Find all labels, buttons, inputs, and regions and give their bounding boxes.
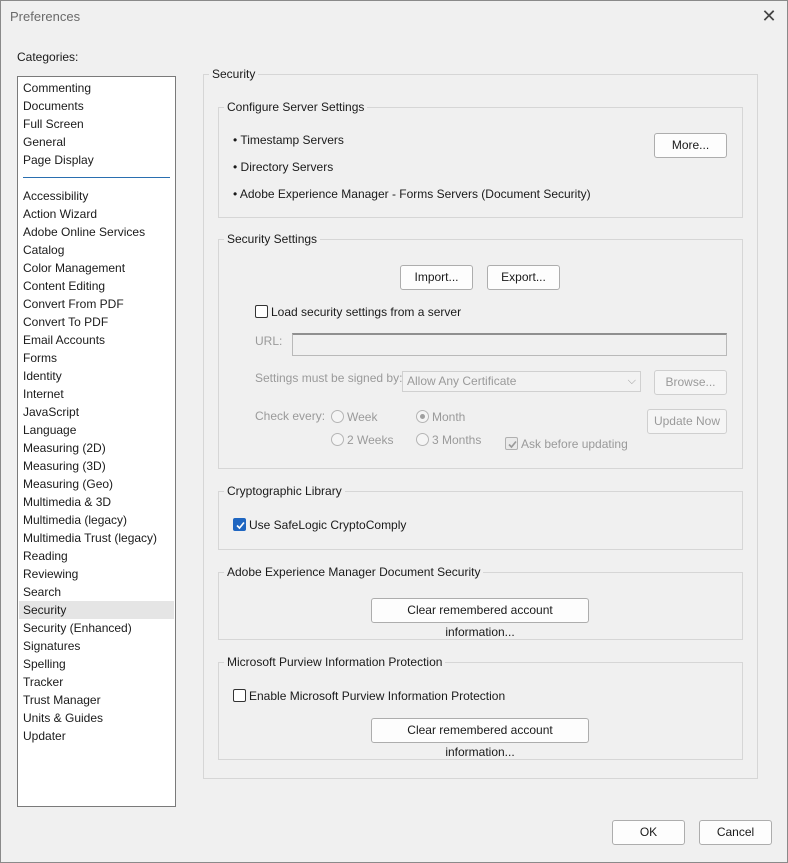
url-input[interactable]: [292, 333, 727, 356]
aem-title: Adobe Experience Manager Document Securi…: [224, 565, 484, 579]
radio-3months-label: 3 Months: [432, 433, 482, 447]
category-item[interactable]: Forms: [19, 349, 174, 367]
chevron-down-icon: ⌵: [627, 375, 636, 387]
category-item[interactable]: Spelling: [19, 655, 174, 673]
category-item[interactable]: Page Display: [19, 151, 174, 169]
radio-week-label: Week: [347, 410, 378, 424]
load-settings-checkbox[interactable]: [255, 305, 268, 318]
radio-3months[interactable]: [416, 433, 429, 446]
ask-before-updating-label: Ask before updating: [521, 437, 628, 451]
category-item[interactable]: Reviewing: [19, 565, 174, 583]
category-item[interactable]: Email Accounts: [19, 331, 174, 349]
category-item[interactable]: Accessibility: [19, 187, 174, 205]
aem-clear-button[interactable]: Clear remembered account information...: [371, 598, 589, 639]
crypto-title: Cryptographic Library: [224, 484, 345, 498]
browse-button[interactable]: Browse...: [654, 370, 727, 395]
export-button[interactable]: Export...: [487, 265, 560, 290]
radio-month-label: Month: [432, 410, 466, 424]
category-item[interactable]: Reading: [19, 547, 174, 565]
import-button[interactable]: Import...: [400, 265, 473, 290]
category-item[interactable]: Trust Manager: [19, 691, 174, 709]
ask-before-updating-checkbox[interactable]: [505, 437, 518, 450]
category-item[interactable]: Content Editing: [19, 277, 174, 295]
category-item[interactable]: Security: [19, 601, 174, 619]
category-item[interactable]: Units & Guides: [19, 709, 174, 727]
ok-button[interactable]: OK: [612, 820, 685, 845]
url-label: URL:: [255, 334, 283, 348]
category-item[interactable]: Measuring (3D): [19, 457, 174, 475]
preferences-dialog: Preferences ✕ Categories: Commenting Docu…: [0, 0, 788, 863]
categories-label: Categories:: [17, 50, 79, 64]
category-item[interactable]: JavaScript: [19, 403, 174, 421]
category-item[interactable]: Adobe Online Services: [19, 223, 174, 241]
security-panel-title: Security: [209, 67, 259, 81]
category-item[interactable]: Signatures: [19, 637, 174, 655]
window-title: Preferences: [10, 9, 81, 24]
category-item[interactable]: Updater: [19, 727, 174, 745]
category-item[interactable]: Identity: [19, 367, 174, 385]
category-item[interactable]: Tracker: [19, 673, 174, 691]
category-item[interactable]: General: [19, 133, 174, 151]
radio-2weeks[interactable]: [331, 433, 344, 446]
purview-checkbox[interactable]: [233, 689, 246, 702]
category-item[interactable]: Internet: [19, 385, 174, 403]
radio-month[interactable]: [416, 410, 429, 423]
timestamp-servers-item: • Timestamp Servers: [233, 133, 344, 147]
category-item[interactable]: Search: [19, 583, 174, 601]
cancel-button[interactable]: Cancel: [699, 820, 772, 845]
safelogic-checkbox[interactable]: [233, 518, 246, 531]
category-item[interactable]: Multimedia (legacy): [19, 511, 174, 529]
category-item[interactable]: Convert To PDF: [19, 313, 174, 331]
category-item[interactable]: Action Wizard: [19, 205, 174, 223]
category-item[interactable]: Full Screen: [19, 115, 174, 133]
category-item[interactable]: Measuring (Geo): [19, 475, 174, 493]
categories-list[interactable]: Commenting Documents Full Screen General Pag…: [17, 76, 176, 807]
title-bar: Preferences ✕: [1, 1, 787, 32]
update-now-button[interactable]: Update Now: [647, 409, 727, 434]
server-settings-title: Configure Server Settings: [224, 100, 368, 114]
safelogic-label: Use SafeLogic CryptoComply: [249, 518, 407, 532]
category-item[interactable]: Language: [19, 421, 174, 439]
more-button[interactable]: More...: [654, 133, 727, 158]
checkmark-icon: [236, 521, 245, 530]
category-item[interactable]: Commenting: [19, 79, 174, 97]
category-item[interactable]: Documents: [19, 97, 174, 115]
category-item[interactable]: Convert From PDF: [19, 295, 174, 313]
aem-forms-servers-item: • Adobe Experience Manager - Forms Serve…: [233, 187, 591, 201]
category-item[interactable]: Security (Enhanced): [19, 619, 174, 637]
category-item[interactable]: Measuring (2D): [19, 439, 174, 457]
directory-servers-item: • Directory Servers: [233, 160, 334, 174]
security-settings-title: Security Settings: [224, 232, 321, 246]
load-settings-label: Load security settings from a server: [271, 305, 462, 319]
signed-by-select[interactable]: Allow Any Certificate ⌵: [402, 371, 641, 392]
category-item[interactable]: Catalog: [19, 241, 174, 259]
purview-clear-button[interactable]: Clear remembered account information...: [371, 718, 589, 759]
category-item[interactable]: Multimedia Trust (legacy): [19, 529, 174, 547]
categories-separator: [23, 177, 170, 178]
purview-label: Enable Microsoft Purview Information Pro…: [249, 689, 506, 703]
signed-by-value: Allow Any Certificate: [407, 374, 517, 388]
purview-title: Microsoft Purview Information Protection: [224, 655, 446, 669]
category-item[interactable]: Multimedia & 3D: [19, 493, 174, 511]
check-every-label: Check every:: [255, 409, 326, 423]
checkmark-icon: [508, 440, 517, 449]
radio-2weeks-label: 2 Weeks: [347, 433, 394, 447]
signed-by-label: Settings must be signed by:: [255, 371, 403, 385]
category-item[interactable]: Color Management: [19, 259, 174, 277]
radio-week[interactable]: [331, 410, 344, 423]
close-icon[interactable]: ✕: [757, 5, 781, 27]
